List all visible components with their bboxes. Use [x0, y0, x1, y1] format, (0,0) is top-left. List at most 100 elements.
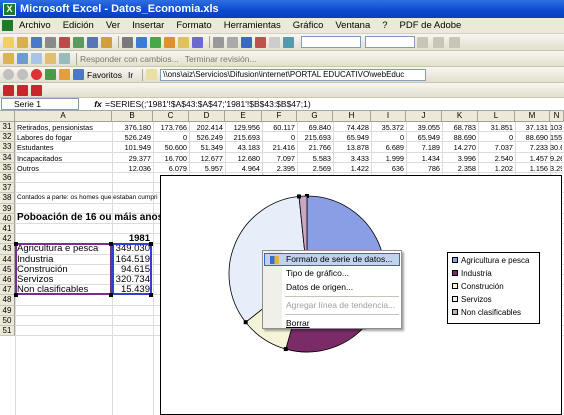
toolbar-icon[interactable] [283, 36, 294, 48]
range-handle[interactable] [14, 242, 18, 247]
column-header[interactable]: D [189, 111, 225, 122]
menu-edicion[interactable]: Edición [63, 20, 94, 31]
column-header[interactable]: N [550, 111, 564, 122]
forward-icon[interactable] [17, 69, 28, 80]
stop-icon[interactable] [31, 69, 42, 80]
row-header[interactable]: 39 [0, 203, 15, 214]
column-header[interactable]: G [297, 111, 333, 122]
row-header[interactable]: 48 [0, 295, 15, 306]
formula-input[interactable]: =SERIES(;'1981'!$A$43:$A$47;'1981'!$B$43… [105, 99, 311, 109]
format-button-icon[interactable] [417, 36, 428, 48]
toolbar-icon[interactable] [269, 36, 280, 48]
menu-pdf[interactable]: PDF de Adobe [400, 20, 462, 31]
column-header[interactable]: F [262, 111, 297, 122]
toolbar-icon[interactable] [122, 36, 133, 48]
row-header[interactable]: 35 [0, 162, 15, 173]
toolbar-icon[interactable] [227, 36, 238, 48]
menu-insertar[interactable]: Insertar [132, 20, 164, 31]
font-size-field[interactable] [365, 36, 415, 48]
legend-item[interactable]: Agricultura e pesca [448, 254, 539, 266]
row-header[interactable]: 38 [0, 193, 15, 204]
row-header[interactable]: 33 [0, 142, 15, 153]
toolbar-icon[interactable] [31, 36, 42, 48]
home-icon[interactable] [59, 69, 70, 80]
row-header[interactable]: 45 [0, 264, 15, 275]
row-header[interactable]: 40 [0, 213, 15, 224]
range-handle[interactable] [109, 242, 113, 247]
refresh-icon[interactable] [45, 69, 56, 80]
menu-archivo[interactable]: Archivo [19, 20, 51, 31]
column-header[interactable]: J [406, 111, 442, 122]
menu-formato[interactable]: Formato [176, 20, 211, 31]
legend-item[interactable]: Industria [448, 267, 539, 279]
toolbar-icon[interactable] [3, 36, 14, 48]
toolbar-icon[interactable] [192, 36, 203, 48]
toolbar-icon[interactable] [255, 36, 266, 48]
range-handle[interactable] [149, 242, 153, 247]
column-header[interactable]: A [15, 111, 112, 122]
row-header[interactable]: 51 [0, 326, 15, 337]
toolbar-icon[interactable] [87, 36, 98, 48]
row-header[interactable]: 46 [0, 275, 15, 286]
search-web-icon[interactable] [73, 69, 84, 80]
toolbar-icon[interactable] [73, 36, 84, 48]
slice-handle[interactable] [283, 347, 288, 352]
toolbar-icon[interactable] [45, 36, 56, 48]
toolbar-icon[interactable] [213, 36, 224, 48]
slice-handle[interactable] [297, 194, 302, 199]
font-name-field[interactable] [301, 36, 361, 48]
column-header[interactable]: L [478, 111, 515, 122]
function-icon[interactable]: fx [91, 99, 105, 109]
format-button-icon[interactable] [433, 36, 444, 48]
row-header[interactable]: 47 [0, 285, 15, 296]
row-header[interactable]: 32 [0, 132, 15, 143]
toolbar-icon[interactable] [101, 36, 112, 48]
range-handle[interactable] [109, 293, 113, 298]
source-data-item[interactable]: Datos de origen... [263, 280, 401, 294]
menu-help[interactable]: ? [382, 20, 387, 31]
legend-item[interactable]: Non clasificables [448, 306, 539, 318]
column-header[interactable]: K [442, 111, 478, 122]
row-header[interactable]: 41 [0, 224, 15, 235]
menu-ver[interactable]: Ver [106, 20, 120, 31]
menu-ventana[interactable]: Ventana [335, 20, 370, 31]
toolbar-icon[interactable] [241, 36, 252, 48]
row-header[interactable]: 34 [0, 152, 15, 163]
row-header[interactable]: 44 [0, 254, 15, 265]
format-button-icon[interactable] [449, 36, 460, 48]
back-icon[interactable] [3, 69, 14, 80]
review-icon[interactable] [3, 53, 14, 64]
row-header[interactable]: 50 [0, 315, 15, 326]
column-header[interactable]: H [333, 111, 371, 122]
range-handle[interactable] [149, 293, 153, 298]
range-handle[interactable] [14, 293, 18, 298]
delete-item[interactable]: Borrar [263, 317, 401, 330]
column-header[interactable]: I [371, 111, 406, 122]
toolbar-icon[interactable] [17, 36, 28, 48]
show-only-web-toolbar-icon[interactable] [146, 69, 158, 80]
chart-type-item[interactable]: Tipo de gráfico... [263, 266, 401, 280]
chart-legend[interactable]: Agricultura e pesca Industria Construción S… [447, 252, 540, 324]
address-field[interactable]: \\ons\aiz\Servicios\Difusion\internet\PO… [160, 68, 427, 81]
row-header[interactable]: 31 [0, 122, 15, 133]
review-icon-4[interactable] [45, 53, 56, 64]
pdf-email-icon[interactable] [17, 84, 28, 96]
go-button[interactable]: Ir [128, 70, 133, 80]
pdf-review-icon[interactable] [31, 84, 42, 96]
pdf-icon[interactable] [3, 84, 14, 96]
row-header[interactable]: 43 [0, 244, 15, 255]
toolbar-icon[interactable] [59, 36, 70, 48]
name-box[interactable]: Serie 1 [1, 98, 79, 110]
menu-herramientas[interactable]: Herramientas [224, 20, 281, 31]
row-header[interactable]: 36 [0, 173, 15, 184]
column-header[interactable]: B [112, 111, 153, 122]
row-header[interactable]: 37 [0, 183, 15, 194]
review-icon-2[interactable] [17, 53, 28, 64]
select-all-corner[interactable] [0, 111, 15, 122]
toolbar-icon[interactable] [164, 36, 175, 48]
review-icon-3[interactable] [31, 53, 42, 64]
column-header[interactable]: E [225, 111, 262, 122]
legend-item[interactable]: Construción [448, 280, 539, 292]
favorites-button[interactable]: Favoritos [87, 70, 122, 80]
review-icon-5[interactable] [59, 53, 70, 64]
